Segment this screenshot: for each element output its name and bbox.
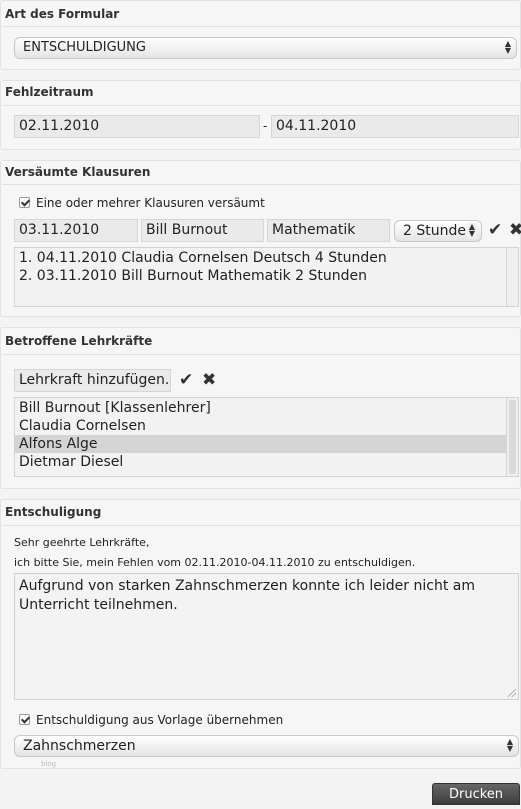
form-type-select[interactable]: ENTSCHULDIGUNG ▲ ▼ — [14, 37, 517, 59]
absence-period-section: Fehlzeitraum 02.11.2010 - 04.11.2010 — [0, 80, 521, 150]
date-to-field[interactable]: 04.11.2010 — [271, 115, 519, 138]
date-separator: - — [263, 119, 268, 133]
excuse-body-text: Aufgrund von starken Zahnschmerzen konnt… — [19, 578, 475, 613]
list-item[interactable]: 2. 03.11.2010 Bill Burnout Mathematik 2 … — [15, 267, 518, 285]
exam-subject-field[interactable]: Mathematik — [267, 219, 390, 242]
teachers-list[interactable]: Bill Burnout [Klassenlehrer] Claudia Cor… — [14, 397, 519, 477]
select-arrows-icon: ▲ ▼ — [504, 39, 512, 55]
template-checkbox[interactable] — [19, 714, 30, 725]
divider — [2, 26, 519, 27]
absence-period-title: Fehlzeitraum — [5, 85, 94, 99]
excuse-section: Entschuligung Sehr geehrte Lehrkräfte, i… — [0, 499, 521, 769]
template-select-value: Zahnschmerzen — [23, 738, 136, 754]
select-arrows-icon: ▲ ▼ — [506, 737, 514, 753]
print-button[interactable]: Drucken — [432, 783, 520, 805]
select-arrows-icon: ▲ ▼ — [467, 222, 477, 239]
excuse-title: Entschuligung — [5, 505, 102, 519]
add-teacher-field[interactable]: Lehrkraft hinzufügen... — [14, 369, 171, 392]
teachers-scrollbar[interactable] — [506, 398, 518, 476]
excuse-textarea[interactable]: Aufgrund von starken Zahnschmerzen konnt… — [14, 573, 519, 700]
exams-scrollbar[interactable] — [506, 248, 518, 306]
watermark-text: blog — [41, 760, 57, 768]
date-from-field[interactable]: 02.11.2010 — [14, 115, 260, 138]
form-type-section: Art des Formular ENTSCHULDIGUNG ▲ ▼ — [0, 0, 521, 70]
divider — [2, 105, 519, 106]
template-select[interactable]: Zahnschmerzen ▲ ▼ — [14, 735, 519, 757]
divider — [2, 354, 519, 355]
exam-duration-value: 2 Stunden — [403, 223, 475, 239]
divider — [2, 525, 519, 526]
remove-exam-icon[interactable]: ✖ — [509, 222, 521, 239]
exam-date-field[interactable]: 03.11.2010 — [14, 219, 138, 242]
teacher-list-item[interactable]: Claudia Cornelsen — [15, 417, 518, 435]
list-item[interactable]: 1. 04.11.2010 Claudia Cornelsen Deutsch … — [15, 249, 518, 267]
teacher-list-item-selected[interactable]: Alfons Alge — [15, 435, 506, 453]
missed-exams-section: Versäumte Klausuren Eine oder mehrer Kla… — [0, 160, 521, 317]
missed-exams-checkbox[interactable] — [19, 197, 30, 208]
teacher-list-item[interactable]: Bill Burnout [Klassenlehrer] — [15, 399, 518, 417]
remove-teacher-icon[interactable]: ✖ — [202, 372, 216, 389]
missed-exams-title: Versäumte Klausuren — [5, 165, 151, 179]
form-type-select-value: ENTSCHULDIGUNG — [23, 40, 146, 55]
intro-text: ich bitte Sie, mein Fehlen vom 02.11.201… — [14, 556, 416, 569]
resize-grip-icon[interactable] — [508, 689, 516, 697]
missed-exams-list[interactable]: 1. 04.11.2010 Claudia Cornelsen Deutsch … — [14, 247, 519, 307]
greeting-text: Sehr geehrte Lehrkräfte, — [14, 536, 150, 549]
form-type-title: Art des Formular — [5, 7, 120, 21]
teachers-section: Betroffene Lehrkräfte Lehrkraft hinzufüg… — [0, 327, 521, 489]
confirm-teacher-icon[interactable]: ✔ — [179, 372, 193, 389]
exam-duration-select[interactable]: 2 Stunden ▲ ▼ — [394, 220, 482, 242]
confirm-exam-icon[interactable]: ✔ — [488, 222, 502, 239]
teacher-list-item[interactable]: Dietmar Diesel — [15, 453, 518, 471]
missed-exams-checkbox-label: Eine oder mehrer Klausuren versäumt — [36, 196, 265, 210]
scrollbar-thumb[interactable] — [509, 400, 516, 474]
template-checkbox-label: Entschuldigung aus Vorlage übernehmen — [36, 713, 284, 727]
exam-teacher-field[interactable]: Bill Burnout — [141, 219, 264, 242]
teachers-title: Betroffene Lehrkräfte — [5, 334, 153, 348]
divider — [2, 184, 519, 185]
